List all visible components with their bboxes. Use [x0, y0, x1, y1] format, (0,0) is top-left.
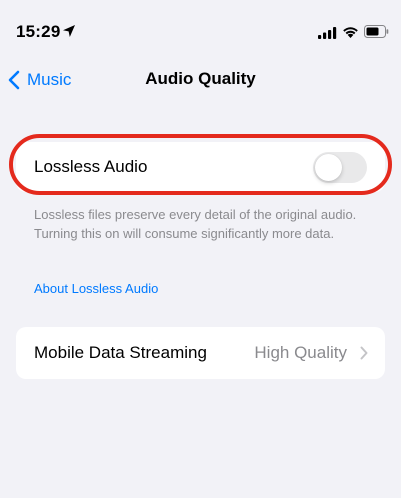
page-title: Audio Quality: [145, 69, 256, 88]
location-arrow-icon: [63, 25, 75, 37]
cellular-signal-icon: [318, 27, 337, 39]
toggle-knob: [315, 154, 342, 181]
mobile-data-streaming-label: Mobile Data Streaming: [34, 343, 207, 362]
status-time: 15:29: [16, 22, 61, 41]
about-lossless-audio-link[interactable]: About Lossless Audio: [34, 281, 158, 296]
battery-icon: [364, 25, 389, 38]
chevron-right-icon: [360, 346, 368, 360]
lossless-audio-label: Lossless Audio: [34, 157, 148, 176]
lossless-audio-description: Lossless files preserve every detail of …: [34, 207, 357, 241]
mobile-data-streaming-value: High Quality: [254, 343, 347, 362]
mobile-data-streaming-row[interactable]: Mobile Data Streaming High Quality: [16, 327, 385, 379]
wifi-icon: [343, 27, 358, 38]
status-bar: 15:29: [0, 0, 401, 58]
lossless-audio-row: Lossless Audio: [16, 142, 385, 192]
navigation-bar: Music Audio Quality: [0, 58, 401, 102]
lossless-audio-toggle[interactable]: [313, 152, 367, 183]
lossless-audio-card: Lossless Audio: [16, 142, 385, 192]
